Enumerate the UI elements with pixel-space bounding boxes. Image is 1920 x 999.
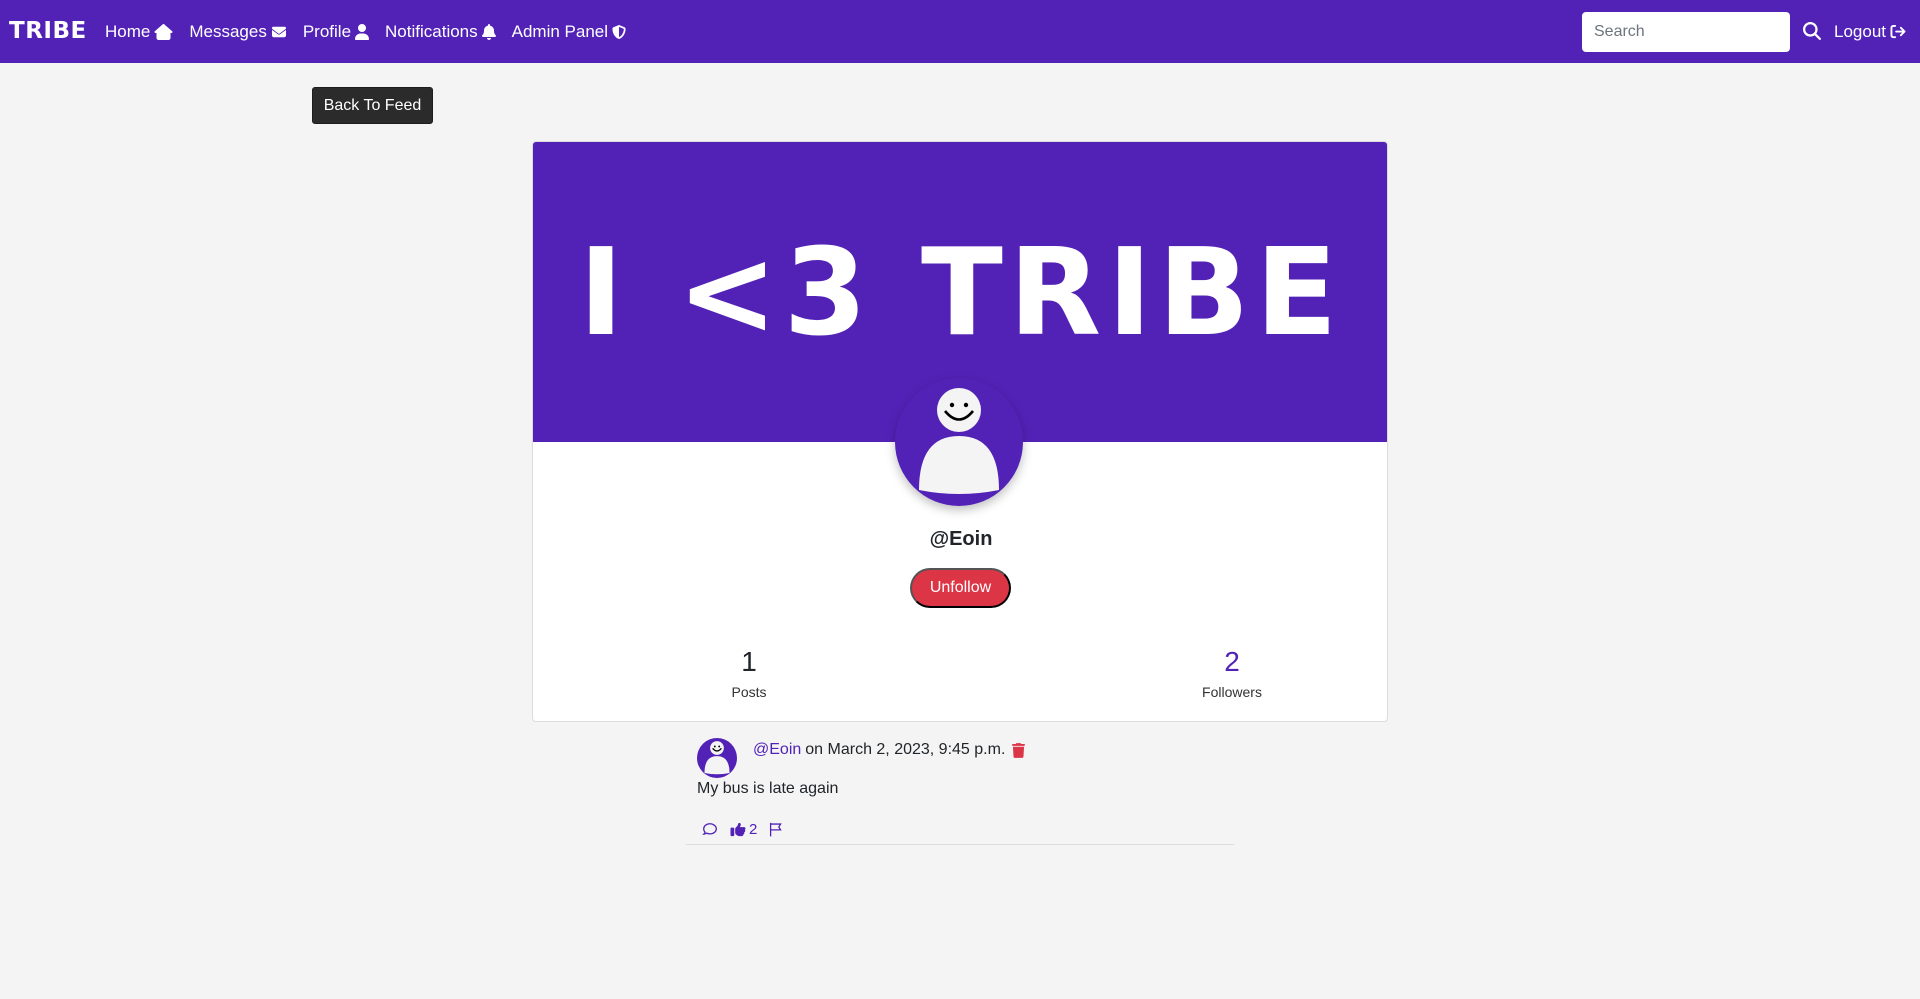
post-author-link[interactable]: @Eoin [753,741,801,759]
user-icon [355,23,370,40]
home-icon [154,23,173,40]
followers-count[interactable]: 2 [1172,646,1292,678]
post-author-avatar[interactable] [697,738,737,778]
banner-text: I <3 TRIBE [578,224,1344,363]
post-body: My bus is late again [697,780,839,797]
logout-link[interactable]: Logout [1834,0,1906,63]
nav-messages-link[interactable]: Messages [189,22,286,42]
brand-logo[interactable]: TRIBE [9,18,87,44]
nav-profile-label: Profile [302,21,352,41]
nav-admin-label: Admin Panel [511,21,609,41]
nav-home-label: Home [105,21,151,41]
comment-button[interactable] [702,822,718,837]
bell-icon [481,23,496,40]
nav-links: Home Messages Profile Notifications Admi… [105,0,642,63]
nav-profile-link[interactable]: Profile [302,21,370,42]
search-input[interactable] [1582,12,1790,52]
nav-messages-label: Messages [189,21,267,41]
nav-notifications-link[interactable]: Notifications [385,22,496,42]
post-meta: @Eoin on March 2, 2023, 9:45 p.m. [753,741,1026,759]
sign-out-icon [1890,24,1906,39]
post-actions: 2 [702,821,783,838]
profile-username: @Eoin [929,528,993,550]
profile-card: I <3 TRIBE @Eoin Unfollow 1 Posts 2 Foll… [532,141,1388,722]
nav-notifications-label: Notifications [385,21,478,41]
like-count: 2 [749,821,758,838]
unfollow-button[interactable]: Unfollow [910,568,1011,608]
profile-avatar [895,378,1023,506]
logout-label: Logout [1834,21,1886,41]
post-item: @Eoin on March 2, 2023, 9:45 p.m. My bus… [686,735,1234,845]
nav-admin-link[interactable]: Admin Panel [512,22,626,42]
thumbs-up-icon [730,822,746,837]
back-to-feed-button[interactable]: Back To Feed [312,87,433,124]
report-button[interactable] [769,822,783,837]
envelope-icon [271,26,286,37]
followers-label: Followers [1202,684,1262,700]
flag-icon [770,822,783,837]
posts-count: 1 [741,646,757,677]
nav-home-link[interactable]: Home [105,22,173,42]
post-timestamp: on March 2, 2023, 9:45 p.m. [805,741,1006,758]
followers-stat[interactable]: 2 Followers [1172,646,1292,700]
comment-icon [702,823,717,835]
trash-icon[interactable] [1012,742,1026,758]
posts-label: Posts [731,684,767,700]
navbar: TRIBE Home Messages Profile Notification… [0,0,1920,63]
like-button[interactable]: 2 [730,821,757,838]
search-icon[interactable] [1803,22,1821,40]
posts-stat: 1 Posts [689,646,809,700]
shield-icon [612,24,626,39]
